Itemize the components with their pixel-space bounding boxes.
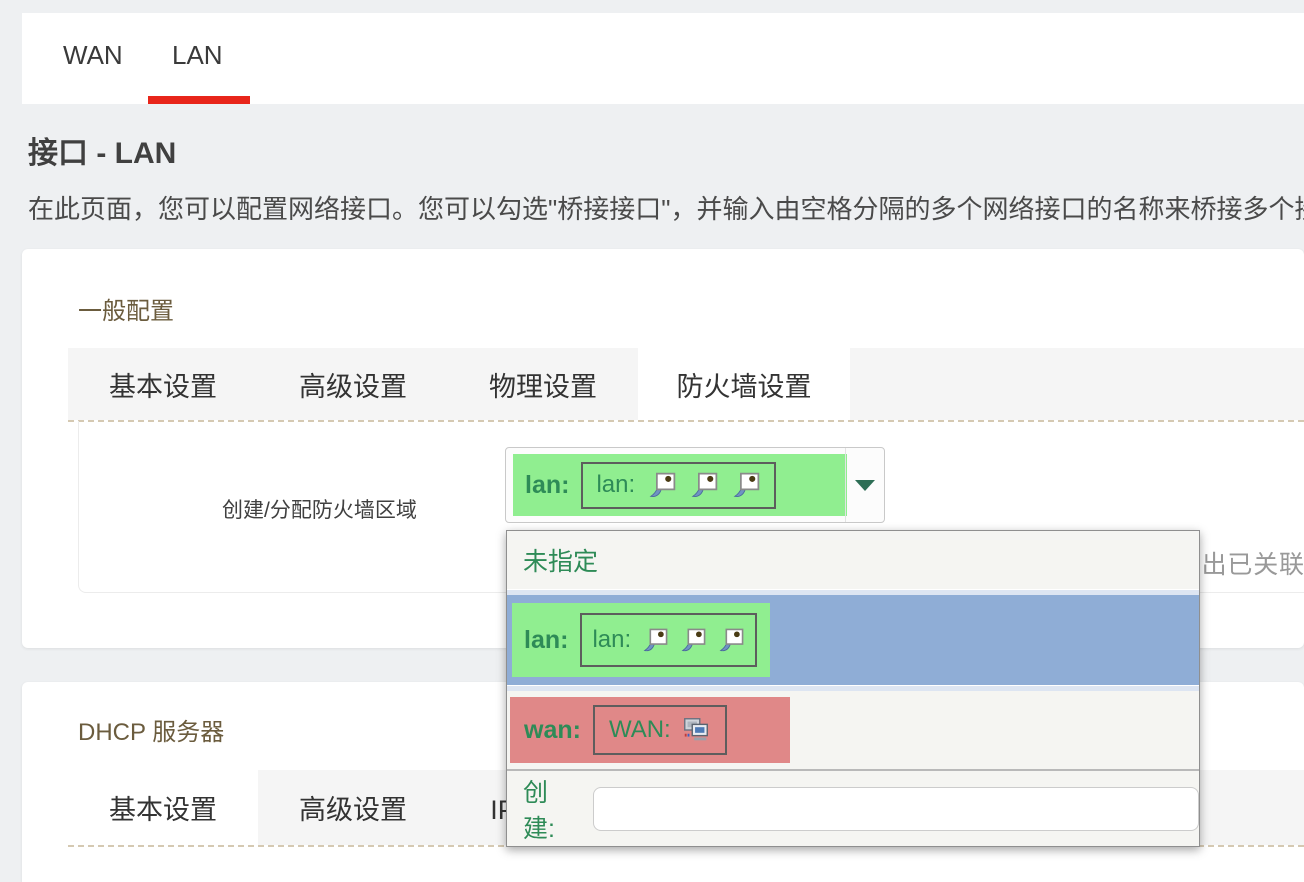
chevron-down-icon (855, 480, 875, 491)
zone-network-box: lan: (580, 613, 757, 667)
zone-option-create: 创建: (507, 771, 1199, 846)
ethernet-port-icon (691, 471, 719, 499)
zone-network-box: lan: (581, 462, 776, 509)
zone-network-box: WAN: (593, 705, 727, 755)
ethernet-port-icon (719, 627, 745, 653)
zone-badge-lan: lan: lan: (512, 603, 770, 677)
firewall-zone-dropdown: 未指定 lan: lan: wan: WAN: (506, 530, 1200, 847)
zone-option-unspecified[interactable]: 未指定 (507, 531, 1199, 589)
select-arrow-area[interactable] (845, 448, 884, 522)
firewall-zone-field-label: 创建/分配防火墙区域 (222, 494, 417, 524)
tab-wan[interactable]: WAN (63, 40, 123, 71)
ethernet-port-icon (681, 627, 707, 653)
zone-option-wan[interactable]: wan: WAN: (507, 691, 1199, 769)
top-tab-bar: WAN LAN (22, 13, 1304, 104)
new-zone-input[interactable] (593, 787, 1199, 831)
network-label: WAN: (609, 716, 671, 744)
zone-badge-wan: wan: WAN: (510, 697, 790, 763)
network-label: lan: (592, 626, 631, 654)
zone-name-label: lan: (525, 471, 569, 500)
page-description: 在此页面，您可以配置网络接口。您可以勾选"桥接接口"，并输入由空格分隔的多个网络… (28, 189, 1304, 226)
ethernet-port-icon (733, 471, 761, 499)
tab-dhcp-general-setup[interactable]: 基本设置 (68, 770, 258, 845)
ethernet-port-icon (643, 627, 669, 653)
zone-name-label: wan: (524, 716, 581, 745)
tab-firewall-settings[interactable]: 防火墙设置 (638, 348, 850, 420)
general-config-tabs: 基本设置 高级设置 物理设置 防火墙设置 (68, 348, 1304, 420)
network-label: lan: (596, 471, 635, 499)
tab-advanced-settings[interactable]: 高级设置 (258, 348, 448, 420)
firewall-zone-select[interactable]: lan: lan: (505, 447, 885, 523)
tab-lan[interactable]: LAN (172, 40, 223, 71)
tab-dhcp-advanced-settings[interactable]: 高级设置 (258, 770, 448, 845)
zone-name-label: lan: (524, 626, 568, 655)
zone-option-lan[interactable]: lan: lan: (507, 595, 1199, 685)
create-zone-label: 创建: (523, 773, 579, 845)
selected-zone-badge-lan: lan: lan: (513, 454, 847, 516)
network-icon (681, 715, 711, 745)
general-config-heading: 一般配置 (78, 291, 174, 326)
ethernet-port-icon (649, 471, 677, 499)
tab-physical-settings[interactable]: 物理设置 (448, 348, 638, 420)
dhcp-server-heading: DHCP 服务器 (78, 712, 224, 747)
page-title: 接口 - LAN (28, 128, 176, 172)
tab-general-setup[interactable]: 基本设置 (68, 348, 258, 420)
unspecified-label: 未指定 (523, 542, 598, 578)
active-tab-underline (148, 96, 250, 104)
page: { "header": { "tabs": [ {"label": "WAN"}… (0, 0, 1304, 882)
